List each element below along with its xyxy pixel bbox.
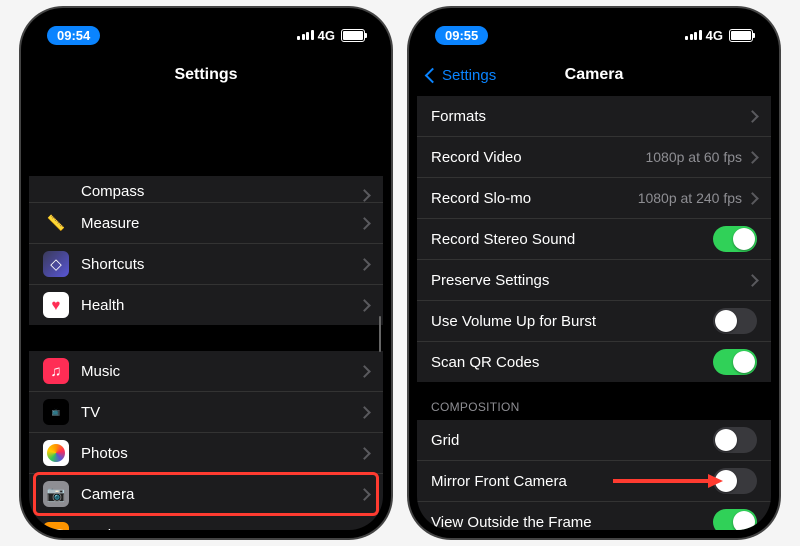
back-button[interactable]: Settings (427, 67, 496, 84)
section-header-composition: COMPOSITION (417, 382, 771, 420)
signal-icon (297, 30, 314, 40)
chevron-right-icon (746, 151, 759, 164)
row-label: View Outside the Frame (431, 514, 713, 531)
status-indicators: 4G (685, 28, 753, 43)
row-label: Preserve Settings (431, 272, 748, 289)
chevron-right-icon (358, 529, 371, 530)
camera-row-stereo[interactable]: Record Stereo Sound (417, 219, 771, 260)
row-label: Compass (81, 183, 360, 200)
grid-toggle[interactable] (713, 427, 757, 453)
row-label: TV (81, 404, 360, 421)
nav-bar: Settings Camera (417, 54, 771, 96)
row-label: Record Stereo Sound (431, 231, 713, 248)
camera-row-viewoutside[interactable]: View Outside the Frame (417, 502, 771, 530)
settings-list[interactable]: Compass 📏 Measure ◇ Shortcuts ♥ Health ♫ Music 📺 T… (29, 176, 383, 530)
settings-row-measure[interactable]: 📏 Measure (29, 203, 383, 244)
settings-row-books[interactable]: 📖 Books (29, 515, 383, 530)
chevron-right-icon (358, 447, 371, 460)
chevron-right-icon (358, 488, 371, 501)
chevron-right-icon (746, 274, 759, 287)
scrollbar-indicator (379, 316, 382, 352)
toggle-knob (715, 429, 737, 451)
chevron-right-icon (358, 217, 371, 230)
camera-row-burst[interactable]: Use Volume Up for Burst (417, 301, 771, 342)
notch (131, 16, 281, 42)
chevron-left-icon (425, 67, 441, 83)
camera-row-formats[interactable]: Formats (417, 96, 771, 137)
settings-row-health[interactable]: ♥ Health (29, 285, 383, 325)
shortcuts-icon: ◇ (43, 251, 69, 277)
chevron-right-icon (358, 258, 371, 271)
settings-row-tv[interactable]: 📺 TV (29, 392, 383, 433)
qr-toggle[interactable] (713, 349, 757, 375)
camera-row-qr[interactable]: Scan QR Codes (417, 342, 771, 382)
signal-icon (685, 30, 702, 40)
chevron-right-icon (746, 110, 759, 123)
row-label: Use Volume Up for Burst (431, 313, 713, 330)
row-label: Books (81, 527, 360, 531)
row-label: Record Video (431, 149, 645, 166)
camera-row-preserve[interactable]: Preserve Settings (417, 260, 771, 301)
network-label: 4G (318, 28, 335, 43)
row-label: Mirror Front Camera (431, 473, 713, 490)
camera-settings-list[interactable]: FormatsRecord Video1080p at 60 fpsRecord… (417, 96, 771, 530)
row-detail: 1080p at 60 fps (645, 149, 742, 165)
camera-row-mirror[interactable]: Mirror Front Camera (417, 461, 771, 502)
camera-row-grid[interactable]: Grid (417, 420, 771, 461)
books-icon: 📖 (43, 522, 69, 530)
row-label: Measure (81, 215, 360, 232)
settings-row-compass[interactable]: Compass (29, 176, 383, 203)
row-label: Record Slo-mo (431, 190, 638, 207)
stereo-toggle[interactable] (713, 226, 757, 252)
status-time: 09:55 (435, 26, 488, 45)
phone-left-settings: 09:54 4G Settings Compass 📏 Measure ◇ Shortc… (21, 8, 391, 538)
notch (519, 16, 669, 42)
phone-right-camera: 09:55 4G Settings Camera Formats Record V… (409, 8, 779, 538)
settings-row-camera[interactable]: 📷 Camera (29, 474, 383, 515)
battery-icon (729, 29, 753, 42)
tv-icon: 📺 (43, 399, 69, 425)
row-label: Grid (431, 432, 713, 449)
burst-toggle[interactable] (713, 308, 757, 334)
page-title: Camera (565, 66, 624, 84)
settings-row-music[interactable]: ♫ Music (29, 351, 383, 392)
row-label: Health (81, 297, 360, 314)
status-indicators: 4G (297, 28, 365, 43)
toggle-knob (715, 470, 737, 492)
toggle-knob (715, 310, 737, 332)
page-title: Settings (174, 66, 237, 84)
viewoutside-toggle[interactable] (713, 509, 757, 530)
music-icon: ♫ (43, 358, 69, 384)
nav-bar: Settings (29, 54, 383, 96)
row-label: Scan QR Codes (431, 354, 713, 371)
camera-row-recslomo[interactable]: Record Slo-mo1080p at 240 fps (417, 178, 771, 219)
back-label: Settings (442, 67, 496, 84)
settings-row-shortcuts[interactable]: ◇ Shortcuts (29, 244, 383, 285)
row-detail: 1080p at 240 fps (638, 190, 742, 206)
settings-row-photos[interactable]: Photos (29, 433, 383, 474)
photos-icon (43, 440, 69, 466)
toggle-knob (733, 228, 755, 250)
row-label: Shortcuts (81, 256, 360, 273)
battery-icon (341, 29, 365, 42)
measure-icon: 📏 (43, 210, 69, 236)
row-label: Photos (81, 445, 360, 462)
health-icon: ♥ (43, 292, 69, 318)
row-label: Formats (431, 108, 748, 125)
camera-icon: 📷 (43, 481, 69, 507)
toggle-knob (733, 351, 755, 373)
chevron-right-icon (358, 365, 371, 378)
status-time: 09:54 (47, 26, 100, 45)
chevron-right-icon (358, 406, 371, 419)
toggle-knob (733, 511, 755, 530)
compass-icon (43, 176, 69, 200)
row-label: Music (81, 363, 360, 380)
chevron-right-icon (358, 189, 371, 202)
chevron-right-icon (746, 192, 759, 205)
camera-row-recvideo[interactable]: Record Video1080p at 60 fps (417, 137, 771, 178)
mirror-toggle[interactable] (713, 468, 757, 494)
chevron-right-icon (358, 299, 371, 312)
row-label: Camera (81, 486, 360, 503)
network-label: 4G (706, 28, 723, 43)
